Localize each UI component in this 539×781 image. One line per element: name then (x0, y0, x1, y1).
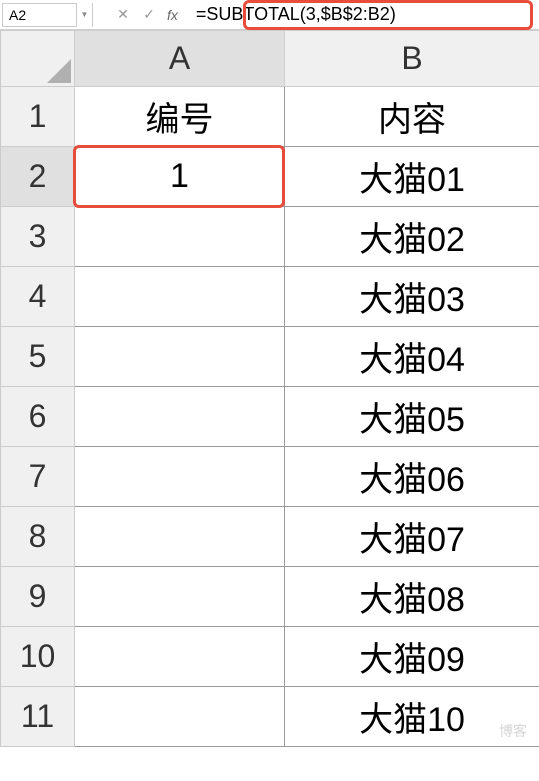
table-row: 11 大猫10 (1, 687, 539, 747)
formula-bar-icons: ✕ ✓ fx (109, 7, 192, 23)
row-header-11[interactable]: 11 (1, 687, 75, 747)
cell-A7[interactable] (75, 447, 285, 507)
cell-A1[interactable]: 编号 (75, 87, 285, 147)
formula-text: =SUBTOTAL(3,$B$2:B2) (196, 4, 396, 25)
cell-B6[interactable]: 大猫05 (285, 387, 539, 447)
column-header-row: A B (1, 31, 539, 87)
cell-A2[interactable]: 1 (75, 147, 285, 207)
table-row: 5 大猫04 (1, 327, 539, 387)
cell-B1[interactable]: 内容 (285, 87, 539, 147)
grid-table: A B 1 编号 内容 2 1 大猫01 3 大猫02 4 大猫03 5 大猫0… (0, 30, 539, 747)
cell-B7[interactable]: 大猫06 (285, 447, 539, 507)
row-header-1[interactable]: 1 (1, 87, 75, 147)
cell-B9[interactable]: 大猫08 (285, 567, 539, 627)
cell-B3[interactable]: 大猫02 (285, 207, 539, 267)
enter-icon[interactable]: ✓ (141, 7, 157, 23)
cell-B2[interactable]: 大猫01 (285, 147, 539, 207)
table-row: 10 大猫09 (1, 627, 539, 687)
table-row: 9 大猫08 (1, 567, 539, 627)
cell-A8[interactable] (75, 507, 285, 567)
row-header-2[interactable]: 2 (1, 147, 75, 207)
row-header-9[interactable]: 9 (1, 567, 75, 627)
formula-input[interactable]: =SUBTOTAL(3,$B$2:B2) (192, 3, 537, 27)
cell-B8[interactable]: 大猫07 (285, 507, 539, 567)
table-row: 7 大猫06 (1, 447, 539, 507)
column-header-B[interactable]: B (285, 31, 539, 87)
cell-A11[interactable] (75, 687, 285, 747)
row-header-10[interactable]: 10 (1, 627, 75, 687)
select-all-corner[interactable] (1, 31, 75, 87)
table-row: 6 大猫05 (1, 387, 539, 447)
formula-bar: A2 ▼ ✕ ✓ fx =SUBTOTAL(3,$B$2:B2) (0, 0, 539, 30)
cell-A9[interactable] (75, 567, 285, 627)
table-row: 4 大猫03 (1, 267, 539, 327)
cell-A6[interactable] (75, 387, 285, 447)
table-row: 1 编号 内容 (1, 87, 539, 147)
row-header-5[interactable]: 5 (1, 327, 75, 387)
cell-B4[interactable]: 大猫03 (285, 267, 539, 327)
cell-B10[interactable]: 大猫09 (285, 627, 539, 687)
column-header-A[interactable]: A (75, 31, 285, 87)
row-header-4[interactable]: 4 (1, 267, 75, 327)
cell-B11[interactable]: 大猫10 (285, 687, 539, 747)
cell-A3[interactable] (75, 207, 285, 267)
cancel-icon[interactable]: ✕ (115, 7, 131, 23)
table-row: 8 大猫07 (1, 507, 539, 567)
name-box-dropdown-icon[interactable]: ▼ (77, 3, 93, 27)
cell-A10[interactable] (75, 627, 285, 687)
cell-A5[interactable] (75, 327, 285, 387)
name-box[interactable]: A2 (2, 3, 77, 27)
row-header-8[interactable]: 8 (1, 507, 75, 567)
row-header-3[interactable]: 3 (1, 207, 75, 267)
fx-icon[interactable]: fx (167, 7, 178, 23)
cell-A4[interactable] (75, 267, 285, 327)
row-header-6[interactable]: 6 (1, 387, 75, 447)
spreadsheet-grid: A B 1 编号 内容 2 1 大猫01 3 大猫02 4 大猫03 5 大猫0… (0, 30, 539, 747)
table-row: 2 1 大猫01 (1, 147, 539, 207)
cell-B5[interactable]: 大猫04 (285, 327, 539, 387)
name-box-value: A2 (9, 7, 26, 23)
table-row: 3 大猫02 (1, 207, 539, 267)
row-header-7[interactable]: 7 (1, 447, 75, 507)
corner-triangle-icon (47, 59, 71, 83)
